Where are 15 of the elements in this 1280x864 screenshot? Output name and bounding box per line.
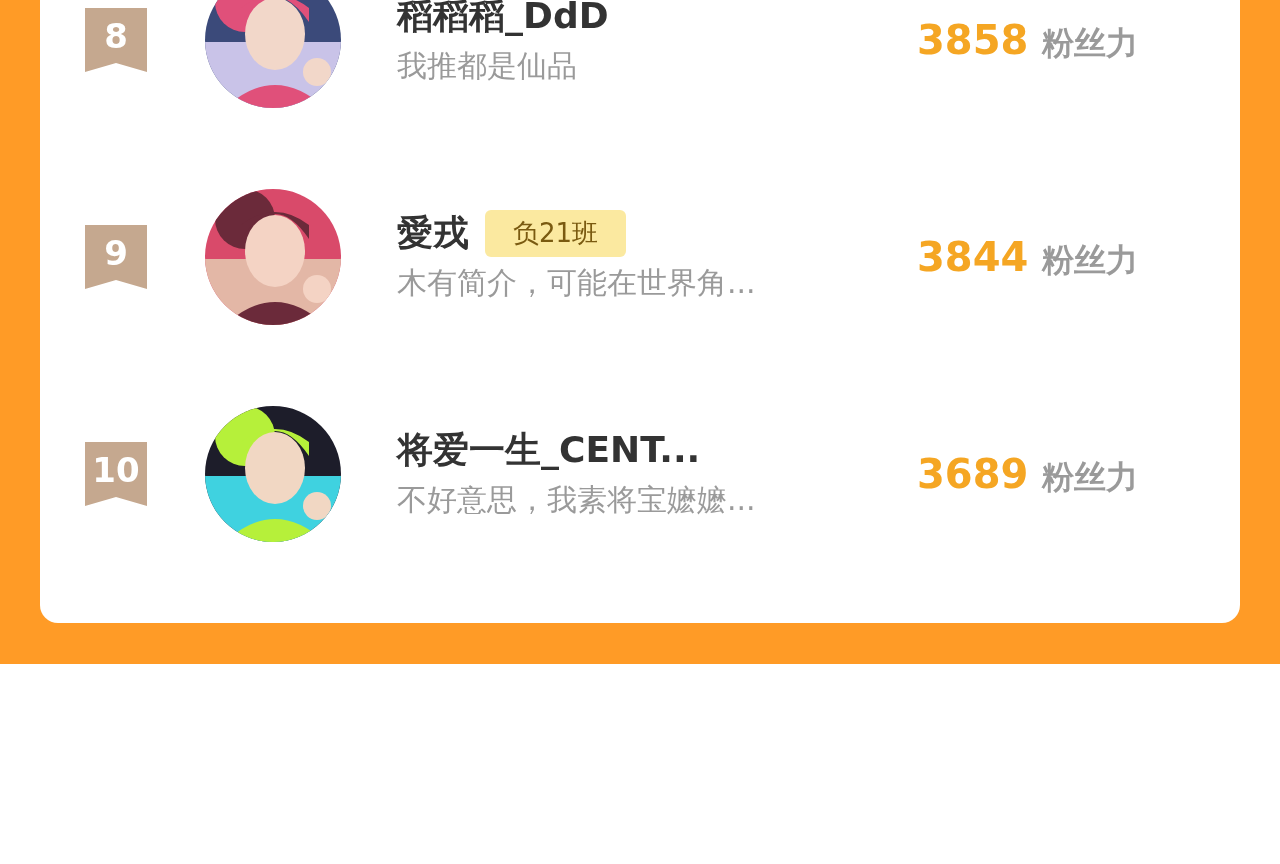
user-bio: 不好意思，我素将宝嬷嬷...	[397, 481, 757, 519]
user-bio: 木有简介，可能在世界角...	[397, 264, 757, 302]
fan-score-label: 粉丝力	[1042, 23, 1139, 64]
user-name: 愛戎	[397, 211, 469, 255]
user-bio: 我推都是仙品	[397, 47, 578, 85]
user-name: 将爱一生_CENT...	[397, 428, 701, 472]
fan-score: 3858	[917, 16, 1029, 65]
class-tag: 负21班	[485, 209, 627, 257]
fan-score-label: 粉丝力	[1042, 240, 1139, 281]
rank-ribbon: 10	[85, 442, 147, 506]
rank-ribbon: 9	[85, 225, 147, 289]
fan-score: 3844	[917, 233, 1029, 282]
fan-score-label: 粉丝力	[1042, 457, 1139, 498]
rank-ribbon: 8	[85, 8, 147, 72]
fan-score: 3689	[917, 450, 1029, 499]
